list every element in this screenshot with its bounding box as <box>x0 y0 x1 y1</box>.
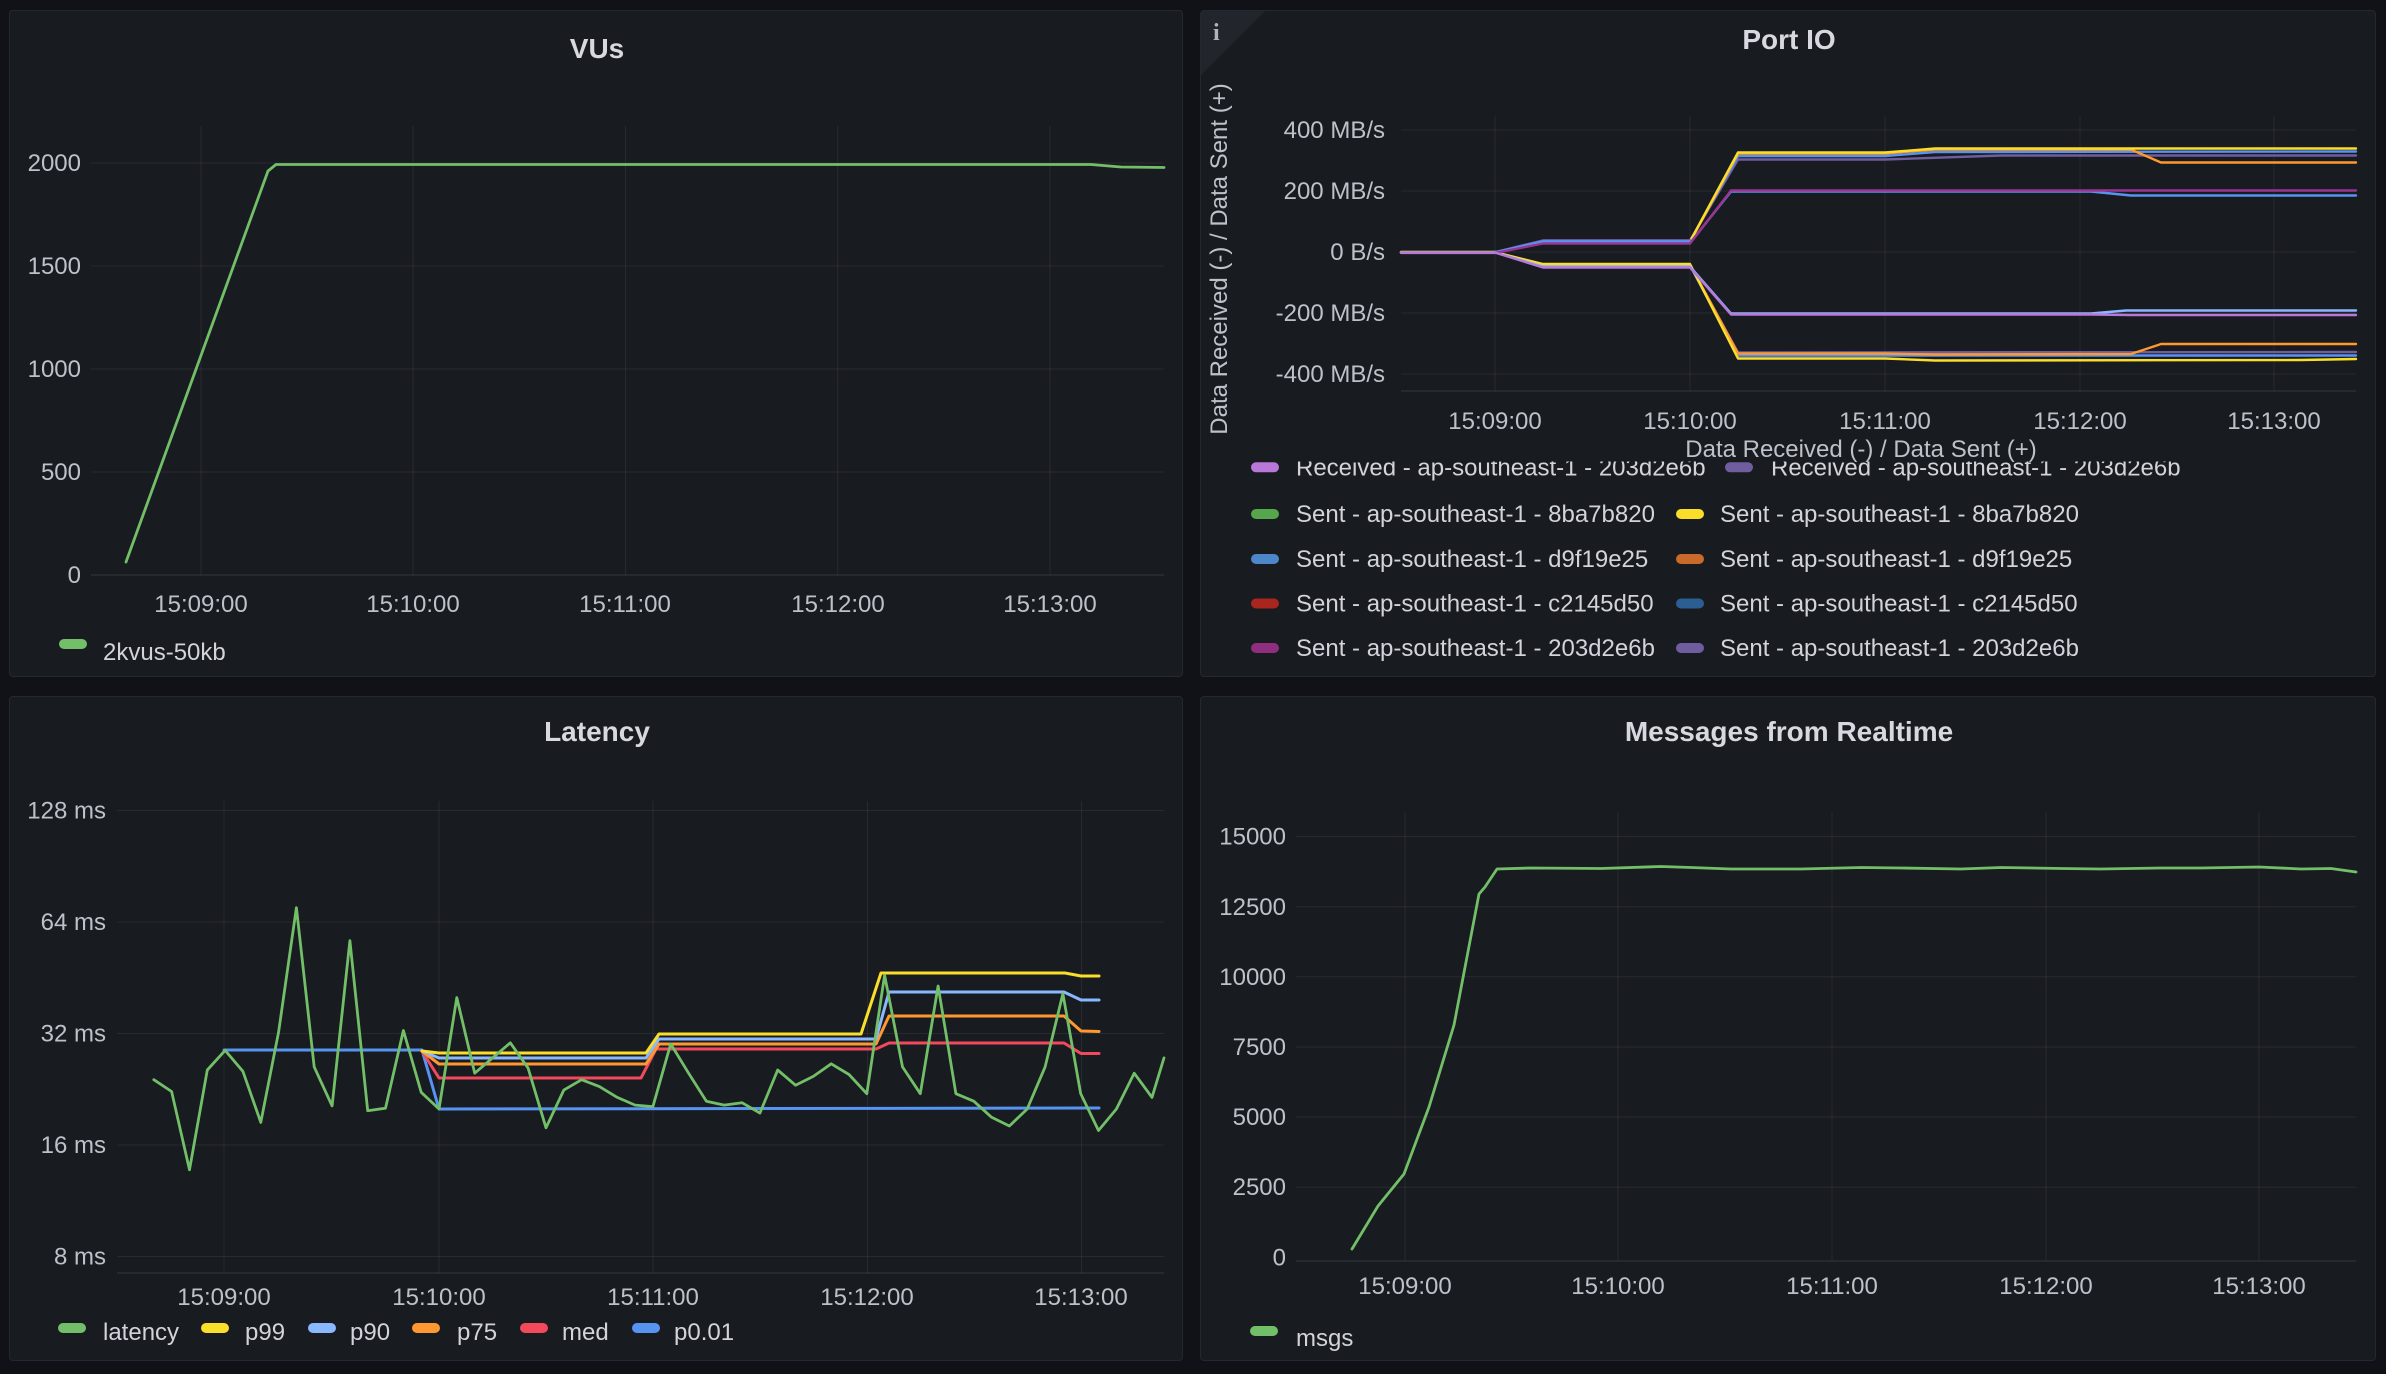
svg-text:15:11:00: 15:11:00 <box>579 591 671 618</box>
svg-text:2kvus-50kb: 2kvus-50kb <box>103 639 226 666</box>
svg-text:200 MB/s: 200 MB/s <box>1284 178 1385 205</box>
svg-text:Messages from Realtime: Messages from Realtime <box>1625 716 1953 747</box>
svg-text:15000: 15000 <box>1219 824 1286 851</box>
svg-text:Sent - ap-southeast-1 - c2145d: Sent - ap-southeast-1 - c2145d50 <box>1720 591 2078 618</box>
svg-text:15:11:00: 15:11:00 <box>1839 408 1931 435</box>
svg-text:Data Received (-) / Data Sent: Data Received (-) / Data Sent (+) <box>1206 83 1233 434</box>
svg-text:Sent - ap-southeast-1 - 203d2e: Sent - ap-southeast-1 - 203d2e6b <box>1296 635 1655 662</box>
svg-text:15:09:00: 15:09:00 <box>154 591 247 618</box>
svg-text:32 ms: 32 ms <box>41 1021 106 1048</box>
svg-text:0: 0 <box>1273 1244 1286 1271</box>
svg-text:Port IO: Port IO <box>1742 24 1835 55</box>
svg-text:2500: 2500 <box>1233 1174 1286 1201</box>
svg-text:Sent - ap-southeast-1 - d9f19e: Sent - ap-southeast-1 - d9f19e25 <box>1720 546 2072 573</box>
svg-text:15:12:00: 15:12:00 <box>820 1284 913 1311</box>
svg-text:p0.01: p0.01 <box>674 1319 734 1346</box>
svg-text:Sent - ap-southeast-1 - 203d2e: Sent - ap-southeast-1 - 203d2e6b <box>1720 635 2079 662</box>
svg-text:15:11:00: 15:11:00 <box>607 1284 699 1311</box>
svg-text:64 ms: 64 ms <box>41 909 106 936</box>
svg-text:0 B/s: 0 B/s <box>1330 239 1385 266</box>
svg-text:15:09:00: 15:09:00 <box>1358 1273 1451 1300</box>
svg-text:500: 500 <box>41 459 81 486</box>
svg-text:Latency: Latency <box>544 716 650 747</box>
svg-text:Sent - ap-southeast-1 - c2145d: Sent - ap-southeast-1 - c2145d50 <box>1296 591 1654 618</box>
svg-text:p90: p90 <box>350 1319 390 1346</box>
svg-text:10000: 10000 <box>1219 964 1286 991</box>
svg-text:5000: 5000 <box>1233 1104 1286 1131</box>
svg-text:15:13:00: 15:13:00 <box>1003 591 1096 618</box>
svg-text:15:09:00: 15:09:00 <box>1448 408 1541 435</box>
svg-text:0: 0 <box>68 562 81 589</box>
svg-text:Sent - ap-southeast-1 - 8ba7b8: Sent - ap-southeast-1 - 8ba7b820 <box>1296 501 1655 528</box>
svg-text:latency: latency <box>103 1319 179 1346</box>
svg-text:15:10:00: 15:10:00 <box>1571 1273 1664 1300</box>
svg-text:1000: 1000 <box>28 356 81 383</box>
svg-text:12500: 12500 <box>1219 894 1286 921</box>
svg-text:Sent - ap-southeast-1 - 8ba7b8: Sent - ap-southeast-1 - 8ba7b820 <box>1720 501 2079 528</box>
svg-text:15:09:00: 15:09:00 <box>177 1284 270 1311</box>
svg-text:16 ms: 16 ms <box>41 1132 106 1159</box>
svg-text:7500: 7500 <box>1233 1034 1286 1061</box>
svg-text:15:12:00: 15:12:00 <box>2033 408 2126 435</box>
svg-text:400 MB/s: 400 MB/s <box>1284 117 1385 144</box>
svg-text:2000: 2000 <box>28 150 81 177</box>
svg-text:i: i <box>1213 20 1220 46</box>
svg-text:15:11:00: 15:11:00 <box>1786 1273 1878 1300</box>
svg-text:Sent - ap-southeast-1 - d9f19e: Sent - ap-southeast-1 - d9f19e25 <box>1296 546 1648 573</box>
svg-text:15:10:00: 15:10:00 <box>392 1284 485 1311</box>
svg-text:8 ms: 8 ms <box>54 1244 106 1271</box>
svg-text:-400 MB/s: -400 MB/s <box>1276 361 1385 388</box>
svg-text:128 ms: 128 ms <box>27 798 106 825</box>
svg-text:15:10:00: 15:10:00 <box>366 591 459 618</box>
svg-text:15:10:00: 15:10:00 <box>1643 408 1736 435</box>
svg-text:VUs: VUs <box>570 33 624 64</box>
svg-text:15:13:00: 15:13:00 <box>2212 1273 2305 1300</box>
svg-text:p75: p75 <box>457 1319 497 1346</box>
svg-text:15:12:00: 15:12:00 <box>1999 1273 2092 1300</box>
svg-text:15:12:00: 15:12:00 <box>791 591 884 618</box>
svg-text:-200 MB/s: -200 MB/s <box>1276 300 1385 327</box>
svg-text:15:13:00: 15:13:00 <box>1034 1284 1127 1311</box>
svg-text:msgs: msgs <box>1296 1325 1353 1352</box>
svg-text:15:13:00: 15:13:00 <box>2227 408 2320 435</box>
svg-text:1500: 1500 <box>28 253 81 280</box>
svg-text:p99: p99 <box>245 1319 285 1346</box>
svg-text:med: med <box>562 1319 609 1346</box>
